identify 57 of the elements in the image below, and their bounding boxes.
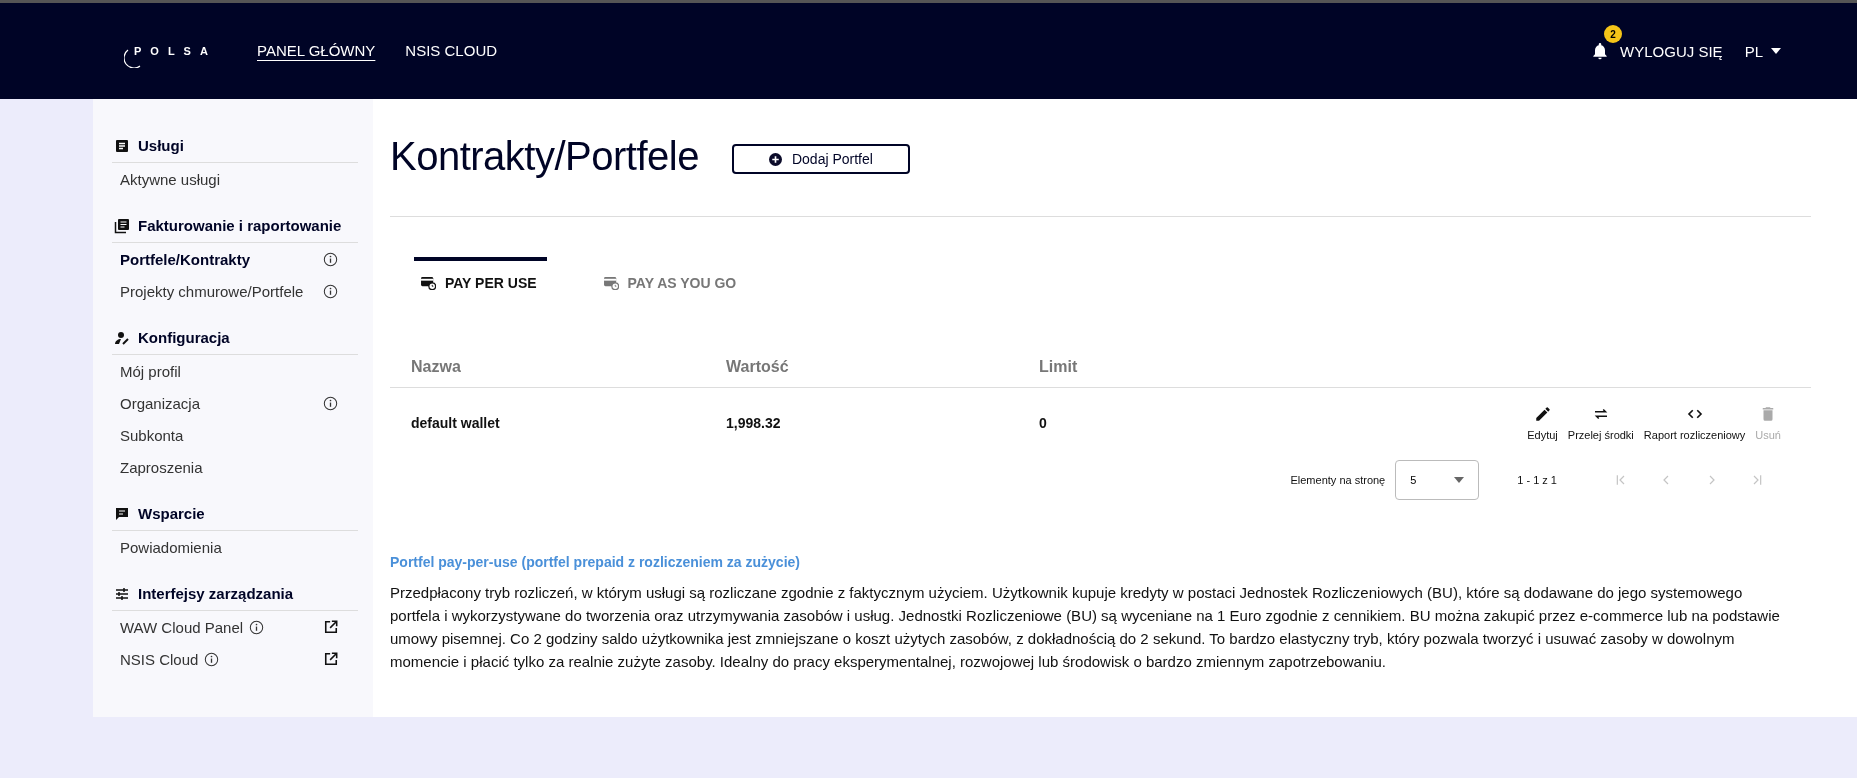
sliders-icon: [114, 585, 130, 602]
logout-link[interactable]: WYLOGUJ SIĘ: [1620, 42, 1723, 60]
report-button[interactable]: Raport rozliczeniowy: [1641, 405, 1748, 441]
column-header: Wartość: [726, 358, 790, 376]
language-dropdown[interactable]: PL: [1744, 42, 1781, 60]
tab[interactable]: PAY AS YOU GO: [596, 257, 747, 305]
wallet-clock-icon: [421, 276, 436, 290]
section-heading: Fakturowanie i raportowanie: [138, 217, 342, 234]
info-icon: [204, 651, 220, 667]
wallet-clock-icon: [603, 276, 619, 290]
notification-badge: 2: [1604, 25, 1623, 43]
info-icon: [323, 395, 338, 411]
books-icon: [114, 217, 130, 234]
table-cell-text: 1,998.32: [726, 415, 782, 431]
caret-icon: [1771, 48, 1781, 54]
sidebar-item[interactable]: Powiadomienia: [120, 531, 338, 563]
sidebar-item[interactable]: Aktywne usługi: [120, 163, 338, 195]
section-heading: Usługi: [138, 137, 184, 154]
info-icon: [249, 619, 265, 635]
section-heading: Konfiguracja: [138, 329, 230, 346]
info-icon: [323, 251, 338, 267]
sidebar-item[interactable]: Projekty chmurowe/Portfele: [120, 275, 338, 307]
sidebar-item[interactable]: Portfele/Kontrakty: [120, 243, 338, 275]
page-size-label: Elementy na stronę: [1290, 474, 1386, 486]
info-icon: [323, 283, 338, 299]
sidebar-item[interactable]: Zaproszenia: [120, 451, 338, 483]
external-link-icon: [324, 620, 338, 634]
section-heading: Wsparcie: [138, 505, 205, 522]
column-header: Nazwa: [411, 358, 462, 376]
add-wallet-button[interactable]: Dodaj Portfel: [731, 144, 910, 174]
caret-icon: [1454, 477, 1465, 483]
table-cell-text: default wallet: [411, 415, 501, 431]
description-heading: Portfel pay-per-use (portfel prepaid z rozliczeniem za zużycie): [390, 554, 801, 570]
sidebar-item[interactable]: Organizacja: [120, 387, 338, 419]
external-link-icon: [324, 652, 338, 666]
nav-link[interactable]: PANEL GŁÓWNY: [257, 41, 376, 61]
chat-icon: [114, 505, 130, 522]
list-icon: [114, 137, 130, 154]
tab[interactable]: PAY PER USE: [414, 257, 547, 305]
page-size-dropdown[interactable]: 5: [1395, 460, 1480, 500]
table-cell-text: 0: [1039, 415, 1048, 431]
section-heading: Interfejsy zarządzania: [138, 585, 294, 602]
sidebar-item[interactable]: Mój profil: [120, 355, 338, 387]
sidebar-item[interactable]: NSIS Cloud: [120, 643, 338, 675]
description-text: Przedpłacony tryb rozliczeń, w którym usługi są rozliczane zgodnie z faktycznym użyciem. Użytkownik kupuje kredyty w postaci Jednostek Rozliczeniowych (BU), które są dodawane do jego systemowego portfela i wykorzystywane do tworzenia oraz utrzymywania zasobów i usług. Jednostki Rozliczeniowe (BU) są wyceniane na 1 Euro zgodnie z cennikiem. BU można zakupić przez e-commerce lub na podstawie umowy pisemnej. Co 2 godziny saldo użytkownika jest zmniejszane o koszt użytych zasobów, z dokładnością do 2 sekund. To bardzo elastyczny tryb, który pozwala tworzyć i usuwać zasoby w dowolnym momencie i płacić tylko za realnie zużyte zasoby. Idealny do pracy eksperymentalnej, rozwojowej lub środowisk o bardzo zmiennym zapotrzebowaniu.: [390, 583, 1781, 672]
logo[interactable]: POLSA: [134, 45, 217, 57]
pencil-icon: [1533, 405, 1552, 423]
nav-link[interactable]: NSIS CLOUD: [405, 41, 498, 61]
edit-button[interactable]: Edytuj: [1525, 405, 1560, 441]
transfer-button[interactable]: Przelej środki: [1565, 405, 1636, 441]
plus-circle-icon: [768, 152, 782, 166]
column-header: Limit: [1039, 358, 1079, 376]
page-range: 1 - 1 z 1: [1517, 474, 1557, 486]
sidebar-item[interactable]: Subkonta: [120, 419, 338, 451]
page-title: Kontrakty/Portfele: [390, 133, 699, 179]
sidebar-item[interactable]: WAW Cloud Panel: [120, 611, 338, 643]
person-icon: [114, 329, 130, 346]
